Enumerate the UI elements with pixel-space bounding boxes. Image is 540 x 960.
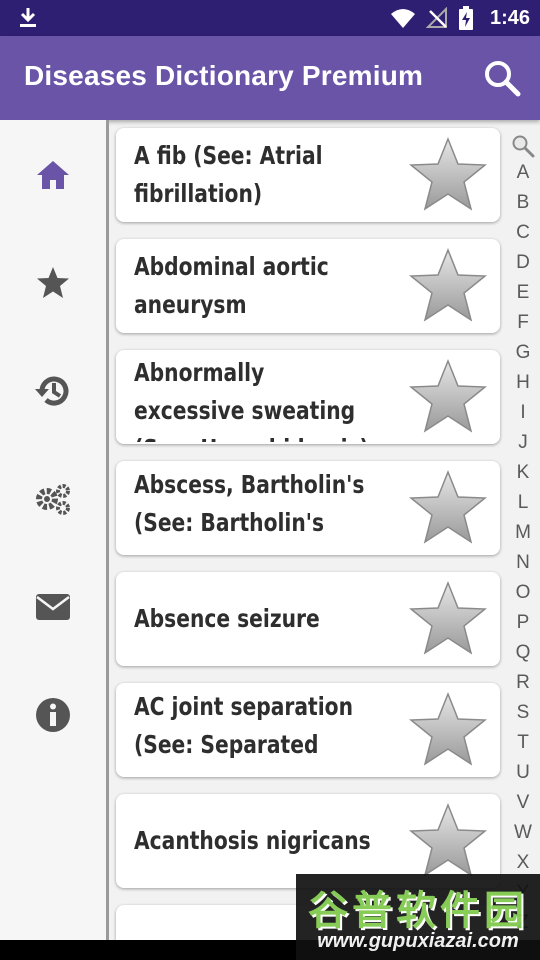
index-letter-f[interactable]: F xyxy=(508,308,538,338)
watermark: 谷普软件园 www.gupuxiazai.com xyxy=(296,874,540,960)
entry-title: Abscess, Bartholin's (See: Bartholin's c… xyxy=(134,470,365,550)
wifi-icon xyxy=(390,9,415,28)
sidebar-item-settings[interactable] xyxy=(0,464,106,534)
favorite-star-icon[interactable] xyxy=(408,580,488,658)
index-letter-v[interactable]: V xyxy=(508,788,538,818)
watermark-brand: 谷普软件园 xyxy=(308,889,528,933)
no-signal-icon xyxy=(425,7,447,28)
index-letter-c[interactable]: C xyxy=(508,218,538,248)
index-letter-g[interactable]: G xyxy=(508,338,538,368)
index-letter-i[interactable]: I xyxy=(508,398,538,428)
favorite-star-icon[interactable] xyxy=(408,469,488,547)
entry-list[interactable]: A fib (See: Atrial fibrillation) Abdomin… xyxy=(108,120,508,940)
index-letter-l[interactable]: L xyxy=(508,488,538,518)
alphabet-index[interactable]: ABCDEFGHIJKLMNOPQRSTUVWXYZ xyxy=(508,134,538,938)
index-letter-b[interactable]: B xyxy=(508,188,538,218)
sidebar-item-about[interactable] xyxy=(0,680,106,750)
search-icon xyxy=(485,61,521,97)
battery-icon xyxy=(458,6,473,30)
sidebar xyxy=(0,120,109,940)
list-item[interactable]: AC joint separation (See: Separated shou… xyxy=(116,683,500,777)
sidebar-item-contact[interactable] xyxy=(0,572,106,642)
index-letter-k[interactable]: K xyxy=(508,458,538,488)
entry-title: Abnormally excessive sweating (See: Hype… xyxy=(134,358,369,442)
index-letter-u[interactable]: U xyxy=(508,758,538,788)
favorite-star-icon[interactable] xyxy=(408,802,488,880)
entry-title: Abdominal aortic aneurysm xyxy=(134,252,329,319)
index-letter-q[interactable]: Q xyxy=(508,638,538,668)
home-icon xyxy=(37,161,69,189)
sidebar-item-history[interactable] xyxy=(0,356,106,426)
index-letter-s[interactable]: S xyxy=(508,698,538,728)
watermark-url: www.gupuxiazai.com xyxy=(317,930,519,952)
index-letter-w[interactable]: W xyxy=(508,818,538,848)
status-bar: 1:46 xyxy=(0,0,540,36)
alphabet-letters[interactable]: ABCDEFGHIJKLMNOPQRSTUVWXYZ xyxy=(508,158,538,938)
sidebar-item-favorites[interactable] xyxy=(0,248,106,318)
index-letter-e[interactable]: E xyxy=(508,278,538,308)
list-item[interactable]: A fib (See: Atrial fibrillation) xyxy=(116,128,500,222)
list-item[interactable]: Abnormally excessive sweating (See: Hype… xyxy=(116,350,500,444)
search-button[interactable] xyxy=(482,58,522,98)
favorite-star-icon[interactable] xyxy=(408,691,488,769)
entry-title: A fib (See: Atrial fibrillation) xyxy=(134,141,323,208)
entry-title: Absence seizure xyxy=(134,604,320,633)
entry-title: AC joint separation (See: Separated shou… xyxy=(134,692,353,772)
app-bar: Diseases Dictionary Premium xyxy=(0,36,540,120)
favorite-star-icon[interactable] xyxy=(408,358,488,436)
download-icon xyxy=(20,8,36,27)
history-icon xyxy=(35,376,69,406)
index-letter-o[interactable]: O xyxy=(508,578,538,608)
index-letter-m[interactable]: M xyxy=(508,518,538,548)
app-title: Diseases Dictionary Premium xyxy=(24,60,424,91)
index-letter-a[interactable]: A xyxy=(508,158,538,188)
index-search-button[interactable] xyxy=(508,134,538,158)
index-letter-h[interactable]: H xyxy=(508,368,538,398)
index-letter-d[interactable]: D xyxy=(508,248,538,278)
list-item[interactable]: Abscess, Bartholin's (See: Bartholin's c… xyxy=(116,461,500,555)
index-letter-j[interactable]: J xyxy=(508,428,538,458)
favorite-star-icon[interactable] xyxy=(408,136,488,214)
info-icon xyxy=(36,698,70,732)
index-letter-r[interactable]: R xyxy=(508,668,538,698)
entry-title: Acanthosis nigricans xyxy=(134,826,371,855)
list-item[interactable]: Absence seizure xyxy=(116,572,500,666)
index-letter-n[interactable]: N xyxy=(508,548,538,578)
search-icon xyxy=(512,135,535,158)
favorite-star-icon[interactable] xyxy=(408,247,488,325)
star-icon xyxy=(37,267,69,298)
index-letter-p[interactable]: P xyxy=(508,608,538,638)
clock: 1:46 xyxy=(489,6,530,29)
mail-icon xyxy=(36,594,70,620)
index-letter-t[interactable]: T xyxy=(508,728,538,758)
list-item[interactable]: Abdominal aortic aneurysm xyxy=(116,239,500,333)
gears-icon xyxy=(36,484,70,515)
sidebar-item-home[interactable] xyxy=(0,140,106,210)
